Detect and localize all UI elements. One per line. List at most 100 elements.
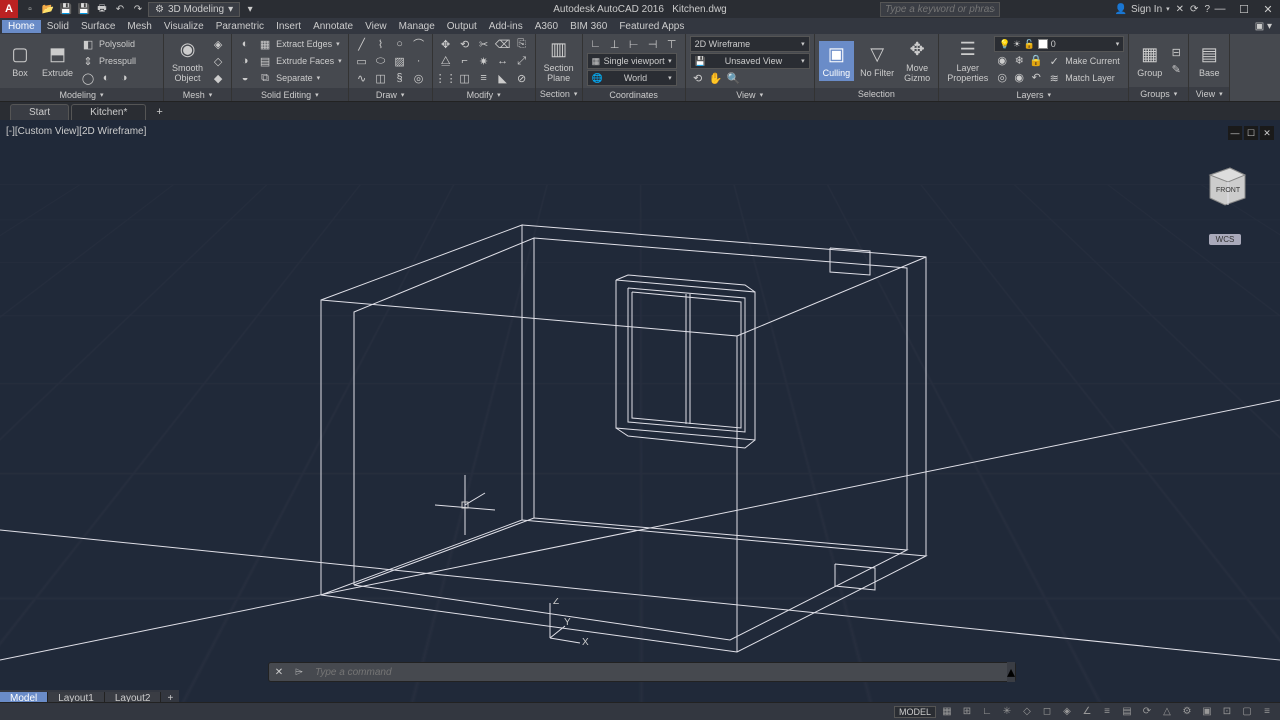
mesh-refine-button[interactable]: ◆ xyxy=(209,70,227,86)
rectangle-icon[interactable]: ▭ xyxy=(353,53,371,69)
exchange-icon[interactable]: ✕ xyxy=(1176,4,1184,15)
minimize-button[interactable]: — xyxy=(1208,1,1232,17)
tab-a360[interactable]: A360 xyxy=(529,20,564,33)
nofilter-button[interactable]: ▽ No Filter xyxy=(856,41,898,81)
command-input[interactable] xyxy=(309,667,1007,678)
helix-icon[interactable]: § xyxy=(391,70,409,86)
stretch-icon[interactable]: ↔ xyxy=(494,53,512,69)
layer-uniso-icon[interactable]: ◉ xyxy=(1011,70,1027,84)
revolve-button[interactable]: ◯◐◑ xyxy=(79,70,159,86)
region-icon[interactable]: ◫ xyxy=(372,70,390,86)
panel-modeling-label[interactable]: Modeling▾ xyxy=(0,88,163,101)
rotate-icon[interactable]: ⟲ xyxy=(456,36,474,52)
chamfer-icon[interactable]: ◣ xyxy=(494,70,512,86)
zoom-icon[interactable]: 🔍 xyxy=(726,70,742,86)
tab-visualize[interactable]: Visualize xyxy=(158,20,210,33)
circle-icon[interactable]: ○ xyxy=(391,36,409,52)
panel-layers-label[interactable]: Layers▾ xyxy=(939,88,1128,101)
status-hardware-icon[interactable]: ⊡ xyxy=(1218,704,1236,720)
ucs-5-icon[interactable]: ⊤ xyxy=(663,36,681,52)
status-lwt-icon[interactable]: ≡ xyxy=(1098,704,1116,720)
open-icon[interactable]: 📂 xyxy=(40,1,56,17)
panel-mesh-label[interactable]: Mesh▾ xyxy=(164,88,231,101)
saveas-icon[interactable]: 💾 xyxy=(76,1,92,17)
panel-modify-label[interactable]: Modify▾ xyxy=(433,88,535,101)
hatch-icon[interactable]: ▨ xyxy=(391,53,409,69)
a360-icon[interactable]: ⟳ xyxy=(1190,4,1198,15)
layer-freeze-icon[interactable]: ❄ xyxy=(1011,53,1027,67)
tab-featured[interactable]: Featured Apps xyxy=(613,20,690,33)
status-clean-icon[interactable]: ▢ xyxy=(1238,704,1256,720)
copy-icon[interactable]: ⎘ xyxy=(513,36,531,52)
tab-insert[interactable]: Insert xyxy=(270,20,307,33)
panel-groups-label[interactable]: Groups▾ xyxy=(1129,87,1188,101)
tab-home[interactable]: Home xyxy=(2,20,41,33)
trim-icon[interactable]: ✂ xyxy=(475,36,493,52)
panel-baseview-label[interactable]: View▾ xyxy=(1189,87,1229,101)
status-grid-icon[interactable]: ▦ xyxy=(938,704,956,720)
tab-mesh[interactable]: Mesh xyxy=(121,20,157,33)
section-plane-button[interactable]: ▥ Section Plane xyxy=(540,36,578,86)
ellipse-icon[interactable]: ⬭ xyxy=(372,53,390,69)
group-button[interactable]: ▦ Group xyxy=(1133,41,1166,81)
help-search-input[interactable] xyxy=(880,2,1000,17)
filetab-add-button[interactable]: + xyxy=(148,104,170,120)
filetab-start[interactable]: Start xyxy=(10,104,69,120)
viewport-combo[interactable]: ▦ Single viewport▾ xyxy=(587,53,677,69)
status-otrack-icon[interactable]: ∠ xyxy=(1078,704,1096,720)
visual-style-combo[interactable]: 2D Wireframe▾ xyxy=(690,36,810,52)
status-monitor-icon[interactable]: ▣ xyxy=(1198,704,1216,720)
union-button[interactable]: ◐ xyxy=(236,36,254,52)
maximize-button[interactable]: ☐ xyxy=(1232,1,1256,17)
cmd-close-icon[interactable]: ✕ xyxy=(269,663,289,681)
base-view-button[interactable]: ▤ Base xyxy=(1193,41,1225,81)
ucs-3-icon[interactable]: ⊢ xyxy=(625,36,643,52)
donut-icon[interactable]: ◎ xyxy=(410,70,428,86)
match-layer-button[interactable]: ≋Match Layer xyxy=(1045,70,1117,86)
align-icon[interactable]: ≡ xyxy=(475,70,493,86)
status-snap-icon[interactable]: ⊞ xyxy=(958,704,976,720)
status-ortho-icon[interactable]: ∟ xyxy=(978,704,996,720)
pan-icon[interactable]: ✋ xyxy=(708,70,724,86)
signin-button[interactable]: 👤 Sign In ▾ xyxy=(1115,4,1170,15)
make-current-button[interactable]: ✓Make Current xyxy=(1045,53,1122,69)
status-annotation-icon[interactable]: △ xyxy=(1158,704,1176,720)
panel-draw-label[interactable]: Draw▾ xyxy=(349,88,432,101)
layer-prev-icon[interactable]: ↶ xyxy=(1028,70,1044,84)
subtract-button[interactable]: ◑ xyxy=(236,53,254,69)
command-line[interactable]: ✕ ⌲ ▴ xyxy=(268,662,1016,682)
redo-icon[interactable]: ↷ xyxy=(130,1,146,17)
layer-combo[interactable]: 💡 ☀ 🔓 0 ▾ xyxy=(994,36,1124,52)
scale-icon[interactable]: ⤢ xyxy=(513,53,531,69)
layer-off-icon[interactable]: ◉ xyxy=(994,53,1010,67)
model-viewport[interactable]: [-][Custom View][2D Wireframe] — ☐ ✕ FRO… xyxy=(0,120,1280,704)
status-polar-icon[interactable]: ✳ xyxy=(998,704,1016,720)
layer-iso-icon[interactable]: ◎ xyxy=(994,70,1010,84)
separate-button[interactable]: ⧉Separate▾ xyxy=(256,70,344,86)
status-cycling-icon[interactable]: ⟳ xyxy=(1138,704,1156,720)
panel-selection-label[interactable]: Selection xyxy=(815,88,939,101)
status-customize-icon[interactable]: ≡ xyxy=(1258,704,1276,720)
orbit-icon[interactable]: ⟲ xyxy=(690,70,706,86)
world-combo[interactable]: 🌐 World▾ xyxy=(587,70,677,86)
extrude-faces-button[interactable]: ▤Extrude Faces▾ xyxy=(256,53,344,69)
mesh-more-button[interactable]: ◈ xyxy=(209,36,227,52)
qat-more-icon[interactable]: ▾ xyxy=(242,1,258,17)
box-button[interactable]: ▢ Box xyxy=(4,41,36,81)
saved-view-combo[interactable]: 💾 Unsaved View▾ xyxy=(690,53,810,69)
cmd-recent-icon[interactable]: ▴ xyxy=(1007,662,1015,682)
panel-section-label[interactable]: Section▾ xyxy=(536,88,582,101)
line-icon[interactable]: ╱ xyxy=(353,36,371,52)
status-model[interactable]: MODEL xyxy=(894,706,936,718)
layer-lock-icon[interactable]: 🔒 xyxy=(1028,53,1044,67)
culling-button[interactable]: ▣ Culling xyxy=(819,41,855,81)
tab-parametric[interactable]: Parametric xyxy=(210,20,270,33)
ucs-2-icon[interactable]: ⊥ xyxy=(606,36,624,52)
fillet-icon[interactable]: ⌐ xyxy=(456,53,474,69)
panel-coordinates-label[interactable]: Coordinates xyxy=(583,88,685,101)
workspace-selector[interactable]: ⚙ 3D Modeling ▾ xyxy=(148,2,240,17)
extract-edges-button[interactable]: ▦Extract Edges▾ xyxy=(256,36,344,52)
filetab-kitchen[interactable]: Kitchen* xyxy=(71,104,146,120)
presspull-button[interactable]: ⇕Presspull xyxy=(79,53,159,69)
panel-solidediting-label[interactable]: Solid Editing▾ xyxy=(232,88,348,101)
